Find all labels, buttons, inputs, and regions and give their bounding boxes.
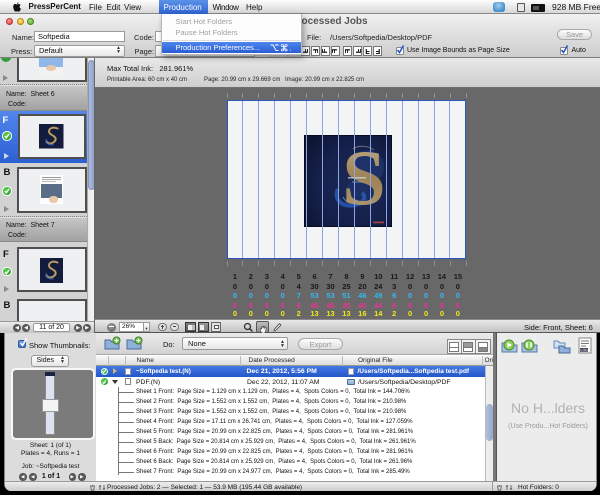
svg-text:LOG: LOG (581, 349, 589, 353)
